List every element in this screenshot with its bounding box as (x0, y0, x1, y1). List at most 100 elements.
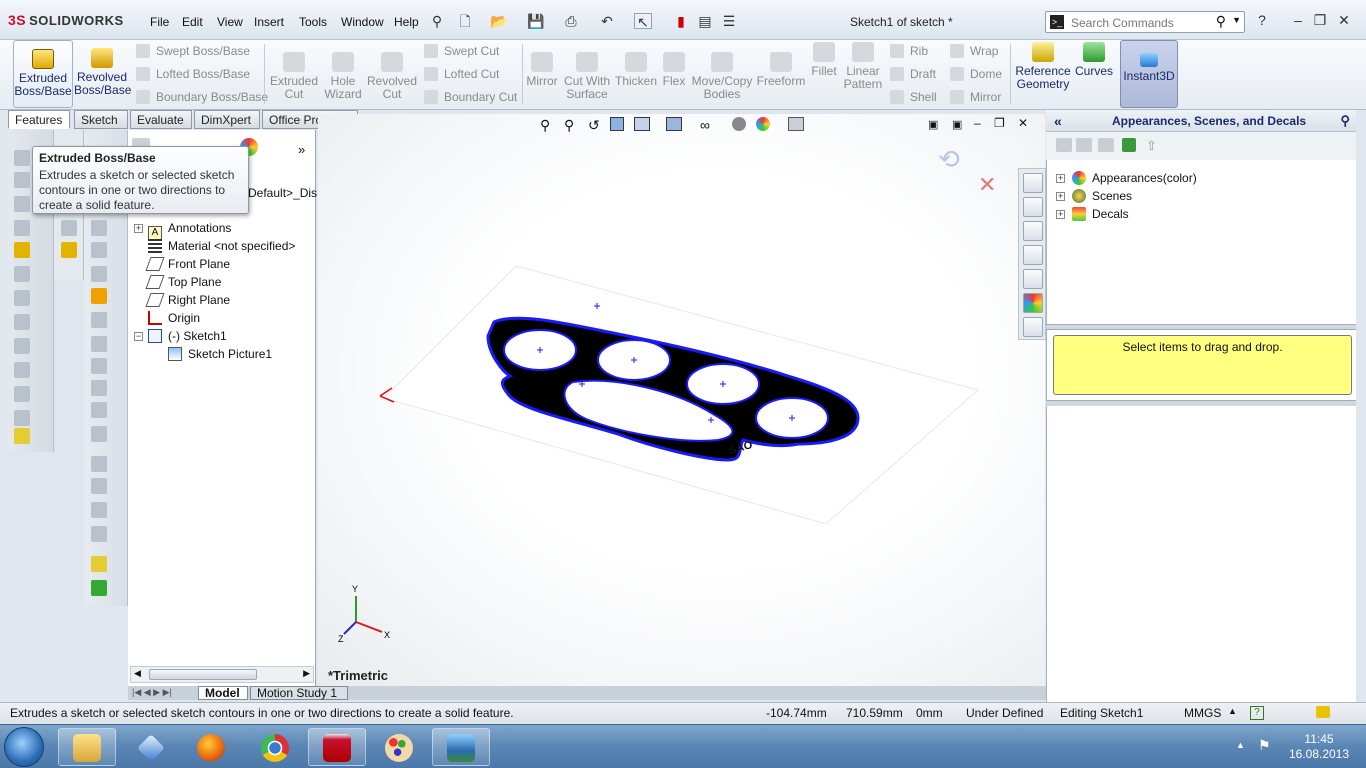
home-tab-icon[interactable] (1023, 197, 1043, 217)
delete-body-tool-icon[interactable] (91, 402, 107, 418)
flex-button[interactable]: Flex (658, 52, 690, 88)
rebuild-icon[interactable]: ▮ (672, 13, 690, 29)
pane-splitter-2[interactable] (1046, 400, 1356, 406)
tree-item-origin[interactable]: Origin (148, 309, 200, 327)
draft-tool-icon[interactable] (14, 338, 30, 354)
feature-tree-scrollbar[interactable]: ◀ ▶ (130, 666, 314, 683)
revolved-boss-button[interactable]: Revolved Boss/Base (74, 48, 131, 97)
new-folder-icon[interactable] (1098, 138, 1114, 152)
swept-boss-button[interactable]: Swept Boss/Base (136, 42, 250, 60)
pattern-tool-icon[interactable] (61, 220, 77, 236)
taskbar-chrome[interactable] (246, 728, 304, 766)
menu-file[interactable]: File (150, 15, 169, 29)
cut-with-surface-button[interactable]: Cut With Surface (560, 52, 614, 101)
dome-tool-icon[interactable] (91, 266, 107, 282)
move-face-tool-icon[interactable] (91, 380, 107, 396)
save-icon[interactable]: 💾 (527, 13, 545, 29)
taskbar-app[interactable] (122, 728, 180, 766)
boundary-boss-button[interactable]: Boundary Boss/Base (136, 88, 268, 106)
open-icon[interactable] (1076, 138, 1092, 152)
plane-tool-icon[interactable] (14, 220, 30, 236)
pin-pane-icon[interactable]: ⚲ (1340, 110, 1350, 132)
taskbar-photo-viewer[interactable] (432, 728, 490, 766)
undo-icon[interactable]: ↶ (598, 13, 616, 29)
help-icon[interactable]: ? (1254, 12, 1270, 28)
intersect-tool-icon[interactable] (91, 456, 107, 472)
extrude-tool-icon[interactable] (14, 150, 30, 166)
boss-tool-icon[interactable] (14, 242, 30, 258)
file-properties-icon[interactable]: ▤ (696, 13, 714, 29)
expand-icon[interactable]: + (1056, 174, 1065, 183)
view-palette-tab-icon[interactable] (1023, 269, 1043, 289)
sketch-tool-icon[interactable] (14, 172, 30, 188)
lofted-boss-button[interactable]: Lofted Boss/Base (136, 65, 250, 83)
units-menu-icon[interactable]: ▲ (1228, 706, 1237, 716)
design-library-tab-icon[interactable] (1023, 221, 1043, 241)
tab-scroll-icons[interactable]: |◀ ◀ ▶ ▶| (132, 687, 172, 698)
tree-item-sketch1[interactable]: (-) Sketch1 (148, 327, 227, 345)
menu-edit[interactable]: Edit (182, 15, 203, 29)
indent-tool-icon[interactable] (91, 478, 107, 494)
dome-button[interactable]: Dome (950, 65, 1002, 83)
appearances-tab-icon[interactable] (1023, 293, 1043, 313)
expand-annotations-icon[interactable]: + (134, 224, 143, 233)
revolved-cut-button[interactable]: Revolved Cut (366, 52, 418, 101)
tab-motion-study[interactable]: Motion Study 1 (250, 686, 348, 700)
file-explorer-tab-icon[interactable] (1023, 245, 1043, 265)
expand-icon[interactable]: + (1056, 210, 1065, 219)
ref-geometry-tool-icon[interactable] (91, 556, 107, 572)
curves-tool-icon[interactable] (91, 580, 107, 596)
hole-tool-icon[interactable] (14, 386, 30, 402)
cut-tool-icon[interactable] (14, 314, 30, 330)
restore-icon[interactable]: ❐ (1312, 12, 1328, 28)
tab-model[interactable]: Model (198, 686, 248, 700)
freeform-button[interactable]: Freeform (754, 52, 808, 88)
menu-insert[interactable]: Insert (254, 15, 284, 29)
custom-properties-tab-icon[interactable] (1023, 317, 1043, 337)
resources-tab-icon[interactable] (1023, 173, 1043, 193)
unit-system[interactable]: MMGS (1184, 706, 1221, 720)
menu-help[interactable]: Help (394, 15, 419, 29)
extruded-cut-button[interactable]: Extruded Cut (268, 52, 320, 101)
menu-window[interactable]: Window (341, 15, 384, 29)
boundary-cut-button[interactable]: Boundary Cut (424, 88, 517, 106)
refresh-icon[interactable] (1122, 138, 1136, 152)
combine-tool-icon[interactable] (91, 336, 107, 352)
tree-item-top-plane[interactable]: Top Plane (145, 273, 221, 291)
quick-tips-icon[interactable]: ? (1250, 706, 1264, 720)
open-folder-icon[interactable]: 📂 (490, 13, 508, 29)
taskbar-solidworks[interactable] (308, 728, 366, 766)
select-cursor-icon[interactable]: ↖ (634, 13, 652, 30)
tab-sketch[interactable]: Sketch (74, 110, 128, 129)
scrollbar-thumb[interactable] (149, 669, 257, 680)
taskbar-clock[interactable]: 11:45 16.08.2013 (1284, 732, 1354, 762)
tree-item-front-plane[interactable]: Front Plane (145, 255, 230, 273)
loft-tool-icon[interactable] (14, 362, 30, 378)
fillet-button[interactable]: Fillet (808, 42, 840, 78)
axis-tool-icon[interactable] (14, 290, 30, 306)
search-dropdown-icon[interactable]: ▼ (1232, 15, 1241, 25)
curves-button[interactable]: Curves (1072, 42, 1116, 78)
mirror-button[interactable]: Mirror (524, 52, 560, 88)
expand-panel-icon[interactable]: » (298, 142, 305, 157)
rebuild-status-icon[interactable] (1316, 706, 1330, 718)
search-icon[interactable]: ⚲ (1216, 13, 1226, 30)
swept-cut-button[interactable]: Swept Cut (424, 42, 499, 60)
pane-splitter[interactable] (1046, 324, 1356, 330)
expand-icon[interactable]: + (1056, 192, 1065, 201)
tab-evaluate[interactable]: Evaluate (130, 110, 192, 129)
tree-item-scenes[interactable]: + Scenes (1056, 187, 1132, 205)
options-icon[interactable]: ☰ (720, 13, 738, 29)
tab-dimxpert[interactable]: DimXpert (194, 110, 260, 129)
move-copy-bodies-button[interactable]: Move/Copy Bodies (690, 52, 754, 101)
flex-tool-icon[interactable] (91, 526, 107, 542)
hole-wizard-button[interactable]: Hole Wizard (320, 52, 366, 101)
menu-view[interactable]: View (217, 15, 243, 29)
tree-item-decals[interactable]: + Decals (1056, 205, 1129, 223)
extruded-boss-button[interactable]: Extruded Boss/Base (13, 40, 73, 108)
collapse-sketch-icon[interactable]: − (134, 332, 143, 341)
tab-features[interactable]: Features (8, 110, 70, 129)
shell-tool-icon[interactable] (14, 266, 30, 282)
solidworks-logo[interactable]: 3S SOLIDWORKS (8, 12, 126, 32)
back-icon[interactable] (1056, 138, 1072, 152)
